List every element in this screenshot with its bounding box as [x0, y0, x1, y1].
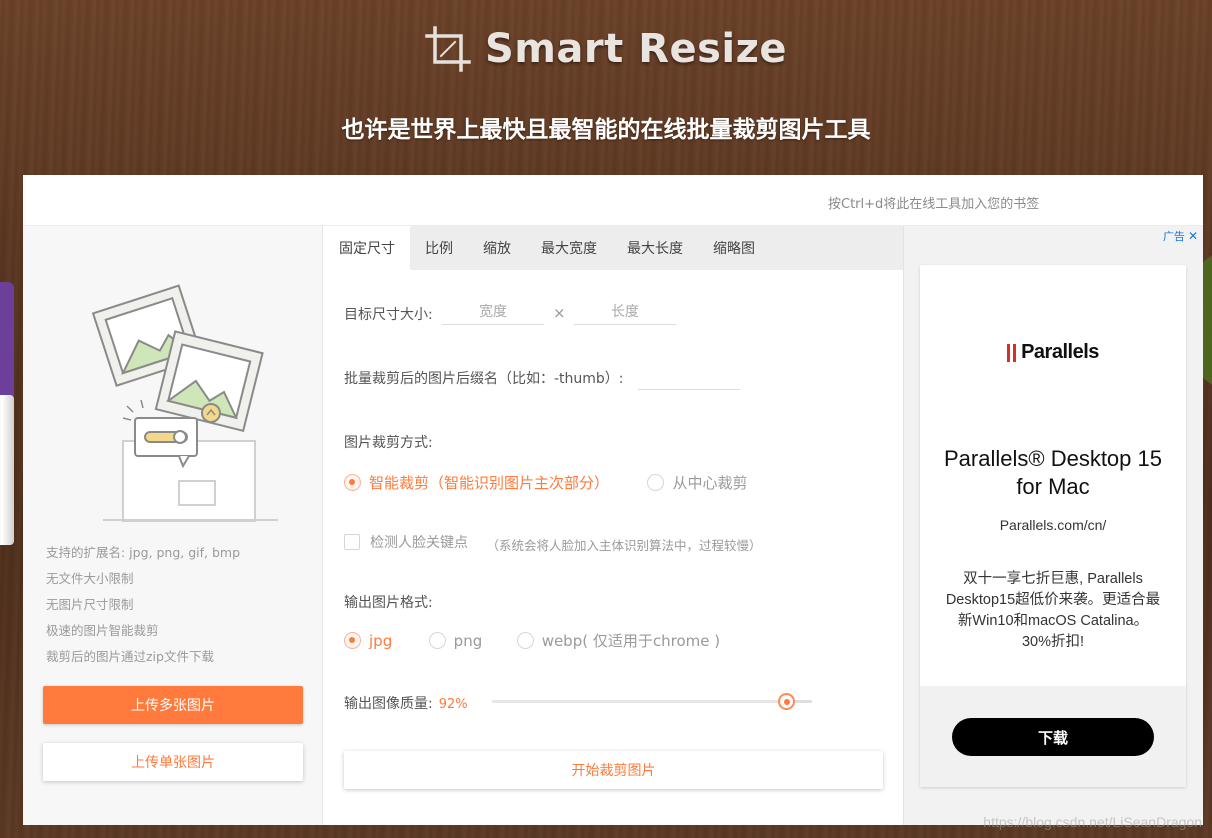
tab-thumbnail[interactable]: 缩略图 — [698, 226, 770, 270]
ad-title[interactable]: Parallels® Desktop 15 for Mac — [930, 445, 1176, 501]
crop-smart-radio[interactable]: 智能裁剪（智能识别图片主次部分） — [344, 472, 609, 493]
format-webp-label: webp( 仅适用于chrome ) — [541, 632, 721, 650]
ad-description: 双十一享七折巨惠, Parallels Desktop15超低价来袭。更适合最新… — [945, 571, 1161, 650]
crop-smart-label: 智能裁剪（智能识别图片主次部分） — [369, 474, 610, 492]
tab-max-height[interactable]: 最大长度 — [612, 226, 698, 270]
face-detect-row: 检测人脸关键点 （系统会将人脸加入主体识别算法中，过程较慢） — [344, 532, 761, 554]
decorative-purple-pen — [0, 282, 14, 402]
crop-center-label: 从中心裁剪 — [672, 474, 748, 492]
format-png-label: png — [453, 631, 483, 650]
checkbox-box — [344, 534, 360, 550]
times-sign: × — [553, 304, 566, 322]
ad-url[interactable]: Parallels.com/cn/ — [920, 517, 1186, 533]
decorative-white-marker — [0, 395, 14, 545]
radio-dot — [344, 474, 361, 491]
face-detect-checkbox[interactable]: 检测人脸关键点 — [344, 532, 468, 552]
settings-panel: 固定尺寸 比例 缩放 最大宽度 最大长度 缩略图 目标尺寸大小: × 批量裁剪后… — [324, 226, 903, 825]
quality-row: 输出图像质量: 92% — [344, 693, 468, 713]
tab-max-width[interactable]: 最大宽度 — [526, 226, 612, 270]
format-label: 输出图片格式: — [344, 595, 433, 611]
radio-dot — [647, 474, 665, 491]
tab-ratio[interactable]: 比例 — [410, 226, 468, 270]
image-upload-illustration-icon — [91, 284, 278, 522]
bookmark-hint: 按Ctrl+d将此在线工具加入您的书签 — [828, 197, 1040, 212]
feature-list: 支持的扩展名: jpg, png, gif, bmp 无文件大小限制 无图片尺寸… — [46, 540, 240, 670]
radio-dot — [428, 632, 446, 649]
feature-item: 无图片尺寸限制 — [46, 597, 134, 612]
tab-scale[interactable]: 缩放 — [468, 226, 526, 270]
site-logo[interactable]: Smart Resize — [0, 24, 1212, 74]
ad-choices[interactable]: 广告 ✕ — [1163, 228, 1198, 244]
top-bar: 按Ctrl+d将此在线工具加入您的书签 — [23, 175, 1203, 226]
upload-single-button[interactable]: 上传单张图片 — [43, 743, 303, 781]
quality-slider[interactable] — [492, 693, 812, 710]
feature-item: 裁剪后的图片通过zip文件下载 — [46, 649, 214, 664]
parallels-bars-icon — [1007, 343, 1017, 362]
radio-dot — [516, 632, 534, 649]
parallels-logo: Parallels — [920, 341, 1186, 364]
format-group: jpg png webp( 仅适用于chrome ) — [344, 630, 720, 653]
close-icon[interactable]: ✕ — [1188, 229, 1198, 243]
crop-icon — [425, 26, 471, 72]
watermark: https://blog.csdn.net/LiSeanDragon — [983, 814, 1202, 830]
format-webp-radio[interactable]: webp( 仅适用于chrome ) — [516, 630, 721, 651]
feature-item: 极速的图片智能裁剪 — [46, 623, 159, 638]
face-detect-hint: （系统会将人脸加入主体识别算法中，过程较慢） — [486, 538, 762, 553]
suffix-label: 批量裁剪后的图片后缀名（比如：-thumb）: — [344, 371, 624, 387]
crop-center-radio[interactable]: 从中心裁剪 — [647, 472, 747, 493]
face-detect-label: 检测人脸关键点 — [370, 535, 468, 551]
ad-download-button[interactable]: 下载 — [952, 718, 1154, 756]
quality-slider-thumb[interactable] — [778, 693, 796, 710]
crop-mode-group: 智能裁剪（智能识别图片主次部分） 从中心裁剪 — [344, 472, 747, 495]
feature-item: 支持的扩展名: jpg, png, gif, bmp — [46, 545, 241, 560]
upload-sidebar: 支持的扩展名: jpg, png, gif, bmp 无文件大小限制 无图片尺寸… — [23, 226, 323, 825]
quality-slider-fill — [492, 700, 787, 703]
ad-label-text: 广告 — [1162, 230, 1185, 243]
ad-card[interactable]: Parallels Parallels® Desktop 15 for Mac … — [920, 265, 1186, 787]
ad-brand: Parallels — [1021, 341, 1099, 363]
ad-column: 广告 ✕ Parallels Parallels® Desktop 15 for… — [903, 226, 1203, 825]
height-input[interactable] — [574, 299, 676, 325]
feature-item: 无文件大小限制 — [46, 571, 134, 586]
radio-dot — [344, 632, 361, 649]
tagline: 也许是世界上最快且最智能的在线批量裁剪图片工具 — [341, 117, 871, 143]
crop-mode-label: 图片裁剪方式: — [344, 435, 433, 451]
upload-multiple-button[interactable]: 上传多张图片 — [43, 686, 303, 724]
format-jpg-radio[interactable]: jpg — [344, 632, 392, 650]
target-size-label: 目标尺寸大小: — [344, 307, 433, 323]
start-crop-button[interactable]: 开始裁剪图片 — [344, 751, 883, 789]
format-jpg-label: jpg — [369, 631, 393, 650]
main-panel: 按Ctrl+d将此在线工具加入您的书签 支持的扩展名: jpg, png, gi… — [23, 175, 1203, 825]
tab-fixed-size[interactable]: 固定尺寸 — [324, 226, 410, 270]
mode-tabs: 固定尺寸 比例 缩放 最大宽度 最大长度 缩略图 — [324, 226, 903, 270]
width-input[interactable] — [442, 299, 544, 325]
suffix-input[interactable] — [638, 364, 740, 390]
logo-text: Smart Resize — [484, 26, 788, 72]
format-png-radio[interactable]: png — [428, 631, 483, 650]
quality-label: 输出图像质量: — [344, 696, 433, 712]
quality-value: 92% — [438, 697, 468, 712]
